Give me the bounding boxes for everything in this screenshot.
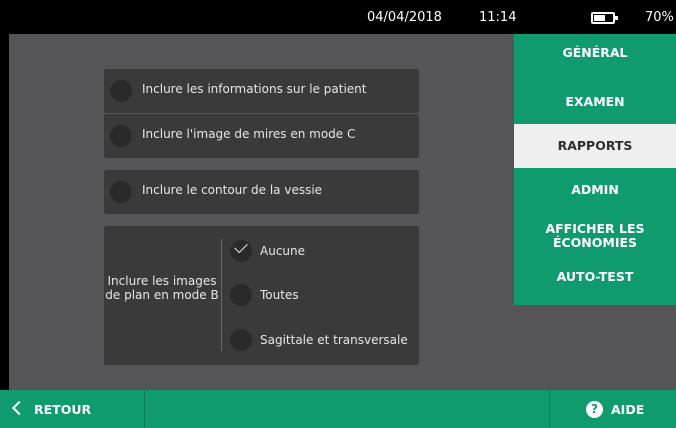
reports-settings-panel: Inclure les informations sur le patient … [9, 34, 514, 390]
bmode-choice-all-label: Toutes [260, 288, 299, 302]
tab-exam[interactable]: EXAMEN [514, 79, 676, 124]
bmode-choice-none-label: Aucune [260, 244, 306, 258]
check-icon[interactable] [230, 240, 252, 262]
status-time: 11:14 [479, 10, 517, 25]
settings-sidebar: GÉNÉRAL EXAMEN RAPPORTS ADMIN AFFICHER L… [514, 34, 676, 390]
group-divider [221, 239, 222, 351]
chevron-left-icon [11, 400, 27, 416]
bmode-choice-sagittal-transverse-label: Sagittale et transversale [260, 333, 408, 347]
tab-reports[interactable]: RAPPORTS [514, 124, 676, 168]
option-cmode-image-label: Inclure l'image de mires en mode C [142, 127, 356, 141]
bmode-group-label: Inclure les images de plan en mode B [105, 274, 219, 302]
back-button-label: RETOUR [34, 402, 92, 417]
help-button-label: AIDE [611, 402, 645, 417]
footer-bar: RETOUR ? AIDE [0, 390, 676, 428]
footer-divider [144, 390, 145, 428]
tab-admin[interactable]: ADMIN [514, 168, 676, 212]
option-bladder-outline-toggle[interactable] [110, 181, 132, 203]
option-patient-info-toggle[interactable] [110, 80, 132, 102]
status-bar: 04/04/2018 11:14 70% [0, 0, 676, 34]
battery-icon [591, 12, 618, 24]
bmode-choice-none[interactable]: Aucune [230, 238, 416, 266]
bmode-images-group: Inclure les images de plan en mode B Auc… [104, 226, 419, 365]
bmode-choice-sagittal-transverse[interactable]: Sagittale et transversale [230, 327, 416, 355]
bmode-choice-sagittal-transverse-radio[interactable] [230, 329, 252, 351]
tab-general[interactable]: GÉNÉRAL [514, 34, 676, 79]
bmode-choice-all[interactable]: Toutes [230, 282, 416, 310]
option-bladder-outline-label: Inclure le contour de la vessie [142, 183, 323, 197]
option-bladder-outline[interactable]: Inclure le contour de la vessie [104, 170, 419, 214]
status-date: 04/04/2018 [367, 10, 442, 25]
option-cmode-image-toggle[interactable] [110, 125, 132, 147]
option-patient-info-label: Inclure les informations sur le patient [142, 82, 367, 96]
help-icon: ? [586, 401, 603, 418]
tab-show-savings[interactable]: AFFICHER LES ÉCONOMIES [514, 212, 676, 260]
battery-percent: 70% [645, 10, 674, 25]
back-button[interactable]: RETOUR [0, 390, 144, 428]
option-cmode-image[interactable]: Inclure l'image de mires en mode C [104, 114, 419, 158]
option-patient-info[interactable]: Inclure les informations sur le patient [104, 69, 419, 113]
help-button[interactable]: ? AIDE [549, 390, 676, 428]
tab-self-test[interactable]: AUTO-TEST [514, 260, 676, 305]
bmode-choice-all-radio[interactable] [230, 284, 252, 306]
